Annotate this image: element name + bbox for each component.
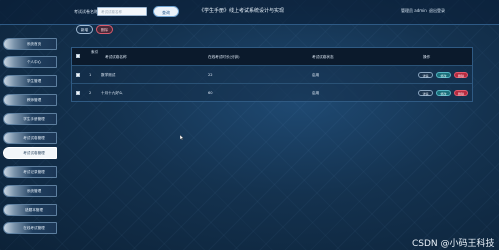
row-name: 十月十九好么: [101, 91, 123, 95]
sidebar-item-online-exam[interactable]: 在线考试管理: [0, 222, 58, 234]
row-duration: 22: [208, 73, 213, 77]
column-header-actions: 操作: [423, 55, 431, 59]
sidebar-item-label: 错题本管理: [25, 208, 43, 212]
sidebar-item-label: 系统管理: [26, 189, 42, 193]
remove-button[interactable]: 删除: [454, 72, 468, 78]
sidebar-item-label: 教师管理: [26, 98, 42, 102]
top-header: 考试试卷名称 查询 《学生手册》线上考试系统设计与实现 管理员 admin 退出…: [0, 0, 499, 25]
delete-button[interactable]: 删除: [96, 25, 113, 34]
search-label: 考试试卷名称: [74, 9, 98, 14]
column-header-index: 索引: [91, 50, 99, 54]
sidebar-item-label: 考试记录管理: [23, 170, 45, 174]
search-input[interactable]: [97, 7, 147, 16]
sidebar-item-label: 考试试卷管理: [23, 136, 45, 140]
row-name: 数学测试: [101, 73, 116, 77]
table-header: 索引 考试试卷名称 在线考试时长(分钟) 考试试卷状态 操作: [72, 48, 472, 65]
sidebar-item-exam-papers[interactable]: 考试试卷管理: [0, 132, 58, 144]
mouse-cursor-icon: [180, 135, 184, 140]
sidebar-item-label: 学生手册管理: [23, 117, 45, 121]
edit-button[interactable]: 修改: [436, 90, 451, 96]
sidebar-item-students[interactable]: 学生管理: [0, 75, 58, 87]
sidebar-item-label: 在线考试管理: [23, 226, 45, 230]
watermark: CSDN @小码王科技: [412, 239, 495, 249]
detail-button[interactable]: 详情: [418, 72, 433, 78]
search-button[interactable]: 查询: [153, 6, 179, 17]
row-index: 1: [89, 73, 92, 77]
table-row: 2 十月十九好么 60 启用 详情 修改 删除: [72, 83, 472, 101]
sidebar-item-label: 个人中心: [26, 60, 42, 64]
exam-paper-table: 索引 考试试卷名称 在线考试时长(分钟) 考试试卷状态 操作 1 数学测试 22…: [71, 47, 473, 102]
sidebar-item-system[interactable]: 系统管理: [0, 185, 58, 197]
background-pattern: [0, 0, 499, 250]
sidebar-item-wrong-answers[interactable]: 错题本管理: [0, 204, 58, 216]
select-all-checkbox[interactable]: [76, 54, 80, 58]
add-button[interactable]: 新增: [76, 25, 93, 34]
sidebar-item-home[interactable]: 系统首页: [0, 38, 58, 50]
row-checkbox[interactable]: [76, 91, 80, 95]
current-user: 管理员 admin: [401, 8, 427, 13]
column-header-status: 考试试卷状态: [312, 55, 334, 59]
column-header-name: 考试试卷名称: [105, 55, 127, 59]
sidebar-item-exam-records[interactable]: 考试记录管理: [0, 166, 58, 178]
row-checkbox[interactable]: [76, 73, 80, 77]
row-status: 启用: [312, 73, 320, 77]
sidebar-item-label: 系统首页: [26, 42, 42, 46]
sidebar-item-teachers[interactable]: 教师管理: [0, 94, 58, 106]
sidebar-item-handbook[interactable]: 学生手册管理: [0, 113, 58, 125]
table-row: 1 数学测试 22 启用 详情 修改 删除: [72, 65, 472, 83]
logout-link[interactable]: 退出登录: [429, 8, 445, 14]
page-title: 《学生手册》线上考试系统设计与实现: [199, 8, 285, 14]
row-duration: 60: [208, 91, 213, 95]
sidebar: 系统首页 个人中心 学生管理 教师管理 学生手册管理 考试试卷管理 考试试卷管理…: [0, 28, 58, 250]
row-status: 启用: [312, 91, 320, 95]
sidebar-item-label: 考试试卷管理: [23, 151, 45, 155]
column-header-duration: 在线考试时长(分钟): [208, 55, 240, 59]
sidebar-item-exam-papers-active[interactable]: 考试试卷管理: [0, 147, 58, 159]
sidebar-item-label: 学生管理: [26, 79, 42, 83]
edit-button[interactable]: 修改: [436, 72, 451, 78]
detail-button[interactable]: 详情: [418, 90, 433, 96]
row-index: 2: [89, 91, 92, 95]
remove-button[interactable]: 删除: [454, 90, 468, 96]
sidebar-item-profile[interactable]: 个人中心: [0, 56, 58, 68]
